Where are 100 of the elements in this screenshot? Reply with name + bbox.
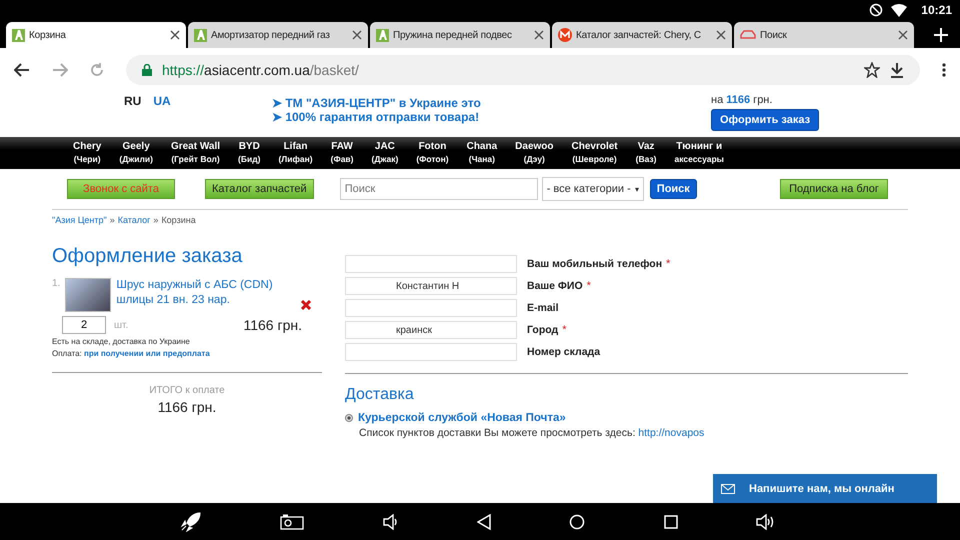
promo-text: ➤ ТМ "АЗИЯ-ЦЕНТР" в Украине это bbox=[272, 96, 482, 110]
browser-tab[interactable]: Поиск bbox=[734, 22, 914, 48]
brand-menu-item[interactable]: Chana (Чана) bbox=[458, 140, 506, 166]
radio-button[interactable] bbox=[345, 414, 353, 422]
delivery-link[interactable]: http://novapos bbox=[638, 427, 704, 439]
field-label: Город bbox=[527, 324, 558, 336]
caret-icon: ▾ bbox=[634, 184, 639, 194]
rocket-icon[interactable] bbox=[180, 512, 202, 532]
browser-tab[interactable]: Пружина передней подвес bbox=[370, 22, 550, 48]
cart-total: на 1166 грн. bbox=[711, 94, 774, 106]
browser-tab[interactable]: Каталог запчастей: Chery, C bbox=[552, 22, 732, 48]
brand-menu-item[interactable]: Great Wall (Грейт Вол) bbox=[162, 140, 230, 166]
brand-menu-item[interactable]: Lifan (Лифан) bbox=[269, 140, 322, 166]
search-field[interactable]: Поиск bbox=[340, 178, 538, 200]
field-label: Ваше ФИО bbox=[527, 280, 583, 292]
search-button[interactable]: Поиск bbox=[650, 179, 697, 199]
blog-subscribe-button[interactable]: Подписка на блог bbox=[780, 179, 888, 199]
language-link[interactable]: RU bbox=[124, 94, 142, 108]
delivery-option-label[interactable]: Курьерской службой «Новая Почта» bbox=[358, 412, 566, 424]
item-price: 1166 грн. bbox=[243, 317, 302, 333]
product-photo-placeholder bbox=[65, 278, 112, 312]
close-icon[interactable] bbox=[716, 30, 726, 40]
tab-title: Амортизатор передний газ bbox=[211, 30, 331, 40]
total-label: ИТОГО к оплате bbox=[148, 385, 226, 396]
screenshot-icon[interactable] bbox=[280, 514, 304, 530]
close-icon[interactable] bbox=[898, 30, 908, 40]
url-text: https://asiacentr.com.ua/basket/ bbox=[162, 62, 359, 78]
required-mark: * bbox=[666, 258, 670, 270]
promo-text: ➤ 100% гарантия отправки товара! bbox=[272, 110, 480, 124]
form-field[interactable] bbox=[345, 255, 517, 273]
total-price: 1166 грн. bbox=[156, 399, 218, 415]
form-field[interactable] bbox=[345, 343, 517, 361]
brand-menu-item[interactable]: Geely (Джили) bbox=[110, 140, 162, 166]
stock-text: Есть на складе, доставка по Украине bbox=[52, 336, 191, 348]
close-icon[interactable] bbox=[352, 30, 362, 40]
category-dropdown[interactable]: - все категории - ▾ bbox=[542, 177, 644, 201]
field-label: Ваш мобильный телефон bbox=[527, 258, 662, 270]
back-icon[interactable] bbox=[476, 514, 491, 530]
brand-menu-item[interactable]: Chery (Чери) bbox=[64, 140, 110, 166]
browser-tab[interactable]: Амортизатор передний газ bbox=[188, 22, 368, 48]
required-mark: * bbox=[586, 280, 591, 292]
home-icon[interactable] bbox=[569, 514, 586, 530]
volume-up-icon[interactable] bbox=[756, 514, 776, 530]
new-tab-icon[interactable] bbox=[934, 28, 948, 42]
address-field[interactable]: https://asiacentr.com.ua/basket/ bbox=[126, 55, 920, 85]
brand-menu-item[interactable]: FAW (Фав) bbox=[322, 140, 362, 166]
remove-icon[interactable] bbox=[301, 300, 312, 310]
breadcrumb-link[interactable]: "Азия Центр" bbox=[52, 215, 107, 225]
delivery-title: Доставка bbox=[345, 386, 415, 404]
do-not-disturb-icon bbox=[869, 3, 884, 17]
item-number: 1. bbox=[52, 278, 60, 289]
lock-icon bbox=[142, 64, 152, 76]
field-label: E-mail bbox=[527, 302, 559, 314]
tab-title: Пружина передней подвес bbox=[393, 30, 513, 40]
clock: 10:21 bbox=[921, 3, 952, 17]
close-icon[interactable] bbox=[170, 30, 180, 40]
close-icon[interactable] bbox=[534, 30, 544, 40]
form-field[interactable] bbox=[345, 299, 517, 317]
brand-menu-item[interactable]: Chevrolet (Шевроле) bbox=[562, 140, 627, 166]
download-icon[interactable] bbox=[890, 62, 904, 78]
order-title: Оформление заказа bbox=[52, 245, 244, 268]
catalog-button[interactable]: Каталог запчастей bbox=[205, 179, 314, 199]
menu-icon[interactable] bbox=[942, 63, 946, 77]
envelope-icon bbox=[721, 484, 735, 494]
payment-link[interactable]: при получении или предоплата bbox=[84, 349, 210, 358]
car-icon bbox=[740, 29, 756, 41]
product-link[interactable]: Шрус наружный с АБС (CDN) шлицы 21 вн. 23 нар. bbox=[116, 278, 296, 308]
letter-a-icon bbox=[12, 28, 25, 42]
field-label: Номер склада bbox=[527, 346, 600, 358]
letter-a-icon bbox=[194, 28, 207, 42]
tab-title: Поиск bbox=[760, 30, 788, 40]
brand-menu-item[interactable]: Vaz (Ваз) bbox=[626, 140, 666, 166]
brand-menu-item[interactable]: Тюнинг и аксессуары bbox=[665, 140, 733, 166]
checkout-button[interactable]: Оформить заказ bbox=[711, 109, 820, 131]
brand-menu-item[interactable]: BYD (Бид) bbox=[229, 140, 270, 166]
brand-menu-item[interactable]: Daewoo (Дэу) bbox=[506, 140, 562, 166]
letter-a-icon bbox=[376, 28, 389, 42]
chat-widget[interactable]: Напишите нам, мы онлайн bbox=[713, 474, 937, 503]
breadcrumb-link[interactable]: Каталог bbox=[118, 215, 150, 225]
required-mark: * bbox=[562, 324, 566, 336]
wifi-icon bbox=[891, 4, 908, 16]
browser-tab[interactable]: Корзина bbox=[6, 22, 186, 48]
form-field[interactable]: краинск bbox=[345, 321, 517, 339]
back-arrow-icon[interactable] bbox=[14, 63, 30, 77]
breadcrumb-separator: » bbox=[153, 215, 158, 225]
circle-logo-icon bbox=[558, 28, 572, 42]
recents-icon[interactable] bbox=[664, 514, 678, 528]
breadcrumb-separator: » bbox=[110, 215, 115, 225]
quantity-field[interactable]: 2 bbox=[62, 316, 106, 334]
unit-label: шт. bbox=[114, 320, 128, 330]
payment-label: Оплата: bbox=[52, 349, 82, 358]
star-icon[interactable] bbox=[864, 62, 880, 78]
language-link[interactable]: UA bbox=[153, 94, 171, 108]
tab-title: Корзина bbox=[29, 30, 67, 40]
form-field[interactable]: Константин Н bbox=[345, 277, 517, 295]
tab-title: Каталог запчастей: Chery, C bbox=[576, 30, 702, 40]
brand-menu-item[interactable]: JAC (Джак) bbox=[362, 140, 408, 166]
volume-down-icon[interactable] bbox=[382, 514, 399, 530]
brand-menu-item[interactable]: Foton (Фотон) bbox=[407, 140, 458, 166]
delivery-note: Список пунктов доставки Вы можете просмотреть здесь: bbox=[359, 427, 636, 439]
